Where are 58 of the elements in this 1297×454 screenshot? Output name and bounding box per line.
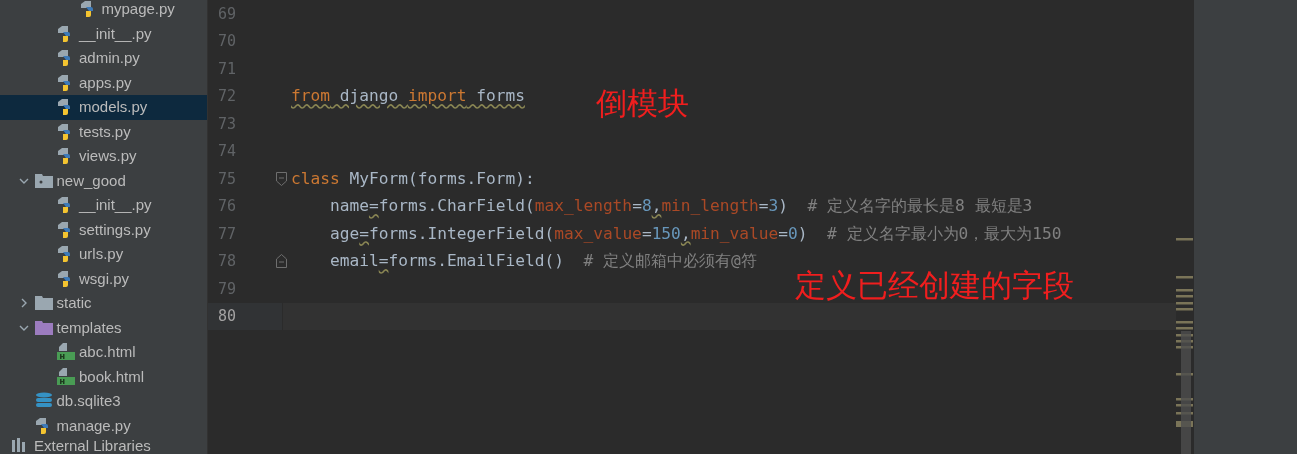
python-file-icon bbox=[57, 270, 73, 287]
tree-item[interactable]: static bbox=[0, 291, 207, 316]
annotation: 倒模块 bbox=[596, 84, 689, 123]
tree-item[interactable]: admin.py bbox=[0, 46, 207, 71]
tree-item[interactable]: __init__.py bbox=[0, 21, 207, 46]
line-number: 72 bbox=[217, 86, 237, 107]
tree-item[interactable]: External Libraries bbox=[0, 438, 207, 454]
python-file-icon bbox=[57, 123, 73, 140]
line-number: 78 bbox=[217, 251, 237, 272]
html-file-icon bbox=[57, 343, 75, 362]
python-file-icon bbox=[34, 417, 51, 434]
fold-icon[interactable] bbox=[276, 171, 287, 186]
python-file-icon bbox=[57, 221, 73, 238]
python-file-icon bbox=[79, 1, 96, 18]
python-file-icon bbox=[57, 197, 73, 214]
python-file-icon bbox=[57, 246, 73, 263]
tree-item[interactable]: db.sqlite3 bbox=[0, 389, 207, 414]
code-line: from django import forms bbox=[291, 85, 525, 108]
fold-icon[interactable] bbox=[276, 254, 287, 269]
tree-item[interactable]: mypage.py bbox=[0, 0, 207, 22]
tree-item[interactable]: templates bbox=[0, 315, 207, 340]
code-line: email=forms.EmailField() # 定义邮箱中必须有@符 bbox=[328, 250, 757, 273]
annotation: 定义已经创建的字段 bbox=[795, 266, 1074, 305]
line-number: 69 bbox=[217, 3, 237, 25]
code-line: age=forms.IntegerField(max_value=150,min_value=0) # 定义名字最小为0，最大为150 bbox=[328, 222, 1062, 245]
tree-item[interactable]: book.html bbox=[0, 364, 207, 389]
tree-item[interactable]: settings.py bbox=[0, 217, 207, 242]
code-line: class MyForm(forms.Form): bbox=[291, 167, 535, 190]
line-number: 77 bbox=[217, 223, 237, 245]
tree-item[interactable]: models.py bbox=[0, 95, 207, 120]
line-number: 70 bbox=[217, 31, 237, 52]
line-number: 80 bbox=[217, 306, 237, 327]
tree-item[interactable]: manage.py bbox=[0, 413, 207, 438]
python-file-icon bbox=[57, 25, 73, 42]
folder-icon bbox=[34, 296, 53, 311]
package-folder-icon bbox=[34, 173, 53, 188]
line-number: 71 bbox=[217, 58, 237, 80]
tree-item[interactable]: new_good bbox=[0, 168, 207, 193]
python-file-icon bbox=[57, 99, 73, 116]
tree-item[interactable]: urls.py bbox=[0, 242, 207, 267]
libraries-icon bbox=[12, 438, 28, 452]
python-file-icon bbox=[57, 50, 73, 67]
python-file-icon bbox=[57, 74, 73, 91]
line-number: 79 bbox=[217, 278, 237, 300]
tree-item[interactable]: apps.py bbox=[0, 70, 207, 95]
tree-item[interactable]: views.py bbox=[0, 144, 207, 169]
line-number: 74 bbox=[217, 141, 237, 162]
tree-item[interactable]: tests.py bbox=[0, 119, 207, 144]
tree-item[interactable]: wsgi.py bbox=[0, 266, 207, 291]
tree-item[interactable]: abc.html bbox=[0, 340, 207, 365]
code-line: name=forms.CharField(max_length=8,min_length=3) # 定义名字的最长是8 最短是3 bbox=[328, 195, 1033, 218]
python-file-icon bbox=[57, 148, 73, 165]
line-number: 75 bbox=[217, 168, 237, 190]
line-number: 76 bbox=[217, 196, 237, 217]
line-number: 73 bbox=[217, 113, 237, 135]
folder-icon bbox=[34, 320, 53, 335]
html-file-icon bbox=[57, 367, 75, 386]
tree-item[interactable]: __init__.py bbox=[0, 193, 207, 218]
